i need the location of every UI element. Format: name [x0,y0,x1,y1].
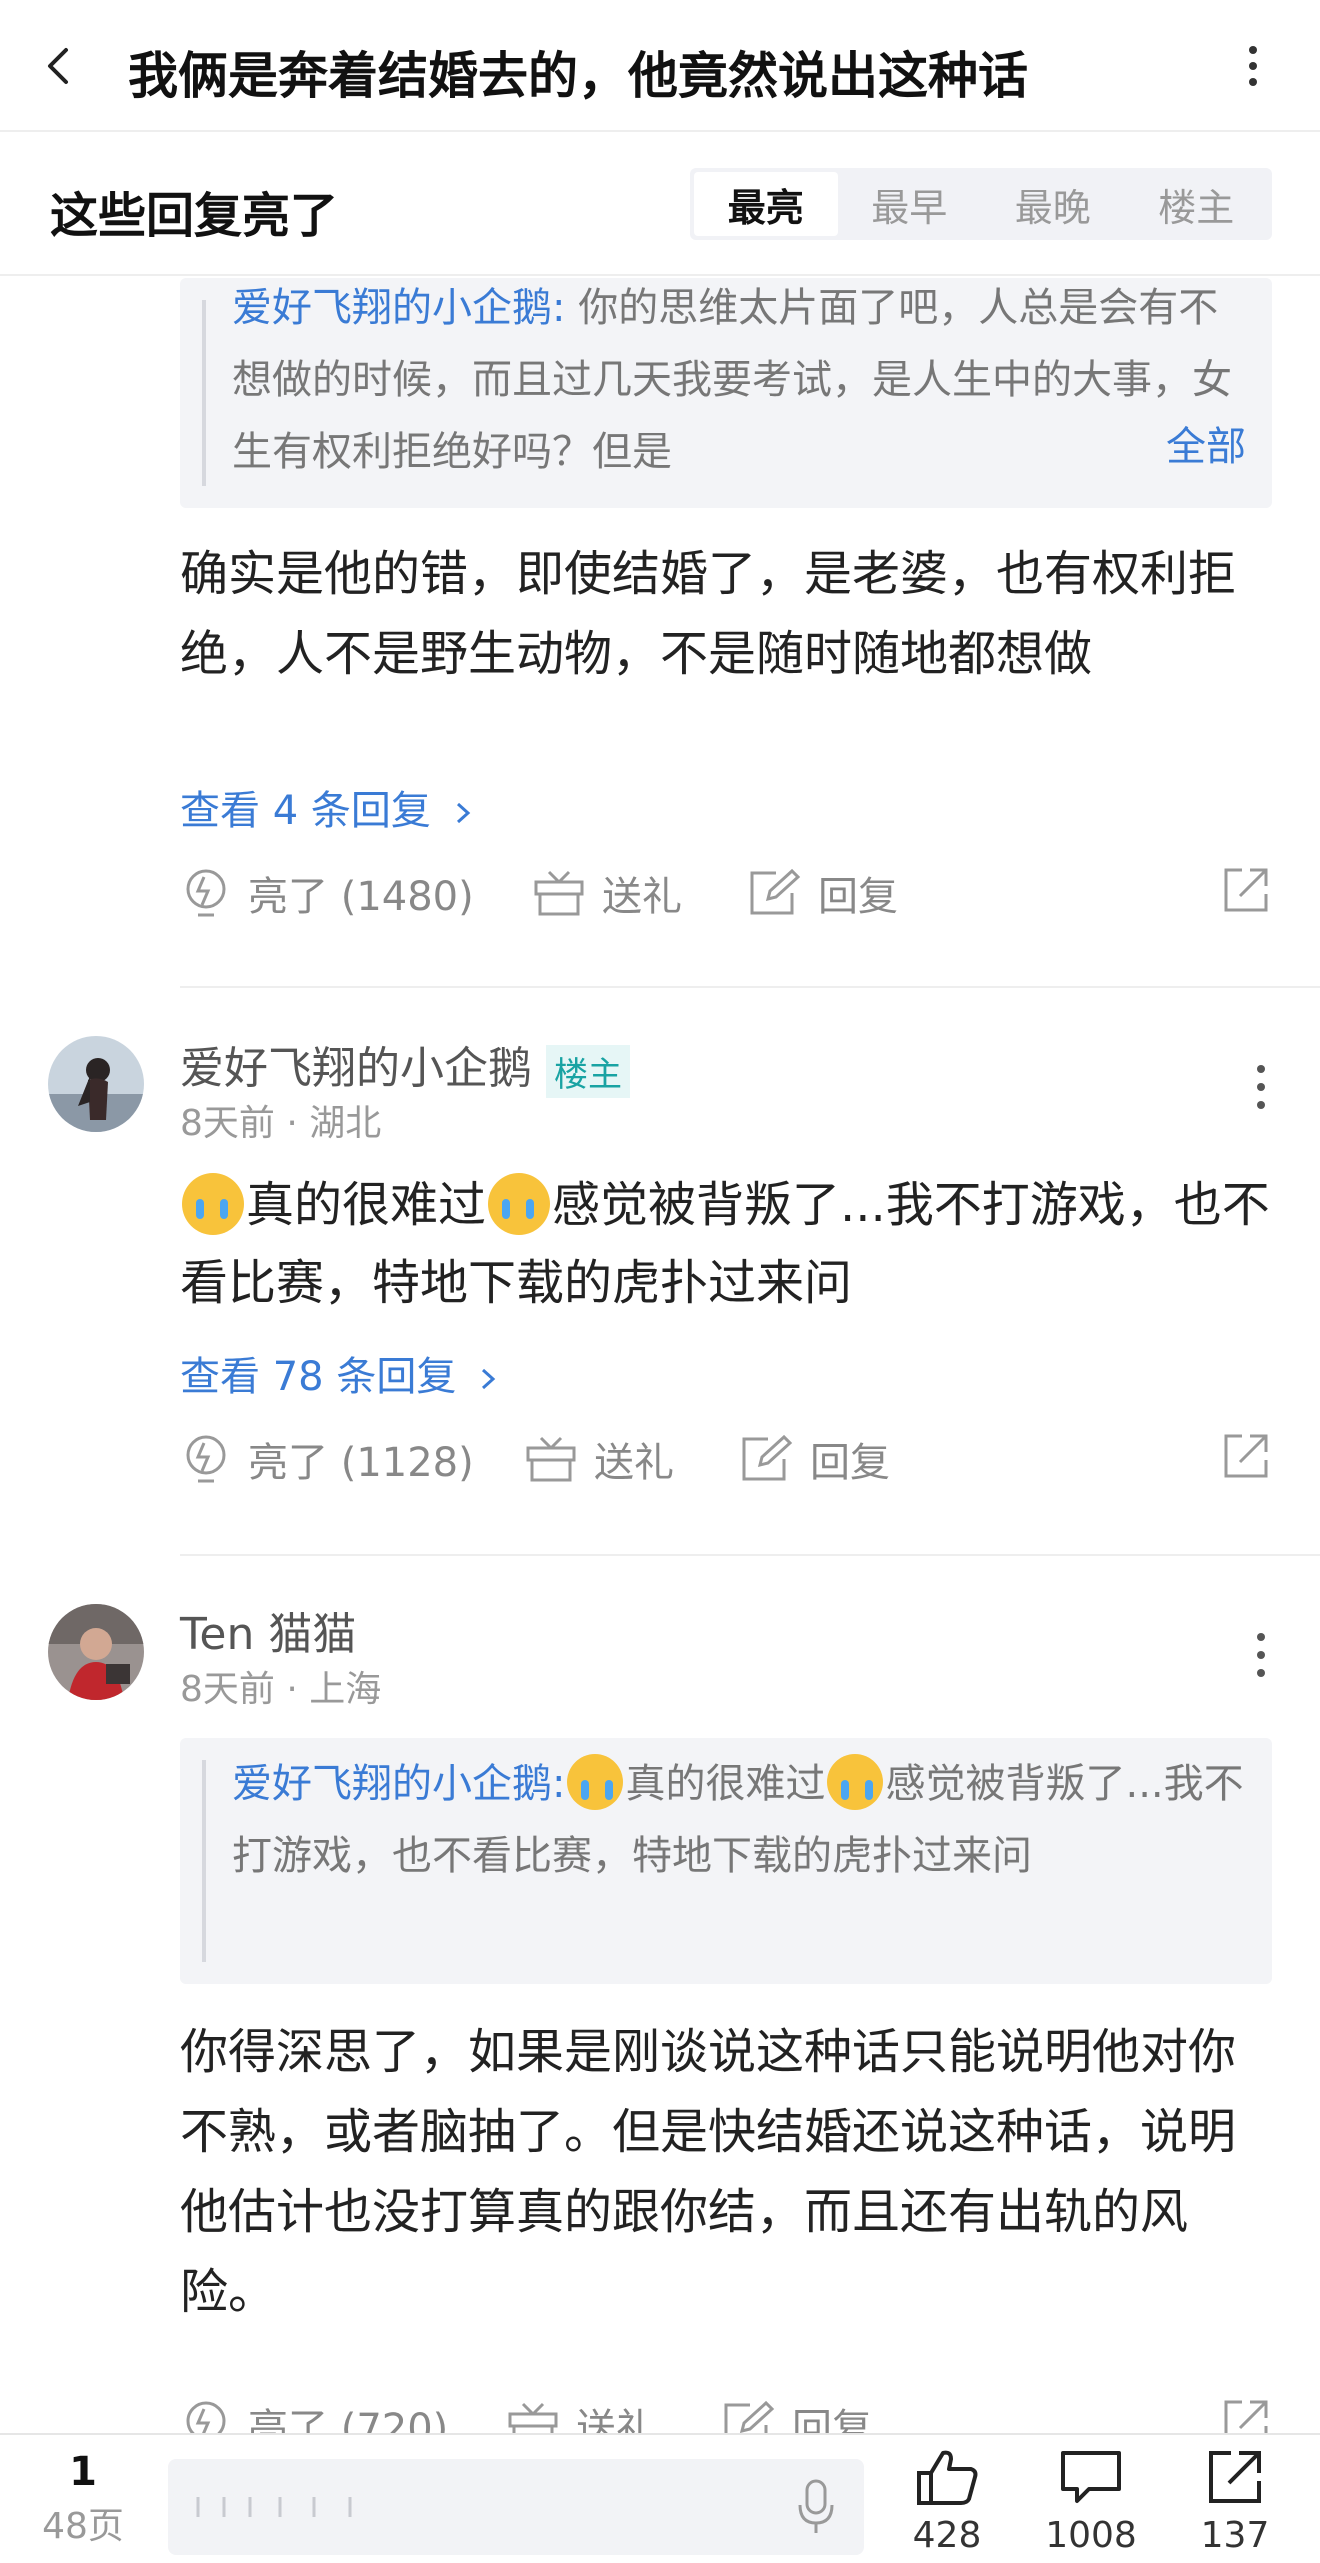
quoted-reply[interactable]: 爱好飞翔的小企鹅: 真的很难过 感觉被背叛了...我不打游戏，也不看比赛，特地下载的… [180,1738,1272,1984]
share-post-button[interactable]: 137 [1180,2447,1290,2556]
quote-text: 爱好飞翔的小企鹅: 你的思维太片面了吧，人总是会有不想做的时候，而且过几天我要考… [232,285,1232,475]
crying-emoji [827,1754,884,1810]
view-replies-link[interactable]: 查看 78 条回复 [180,1344,499,1402]
tab-earliest[interactable]: 最早 [838,172,982,236]
comment-body: 确实是他的错，即使结婚了，是老婆，也有权利拒绝，人不是野生动物，不是随时随地都想… [180,546,1237,682]
comments-button[interactable]: 1008 [1036,2447,1146,2556]
thumbs-up-icon [917,2450,978,2505]
crying-emoji [182,1173,244,1235]
comment-icon [1061,2451,1121,2503]
more-icon[interactable] [1256,1064,1266,1110]
like-button[interactable]: 亮了 (1128) [180,1424,474,1494]
share-count: 137 [1200,2515,1270,2556]
top-bar: 我俩是奔着结婚去的，他竟然说出这种话 [0,0,1320,132]
input-placeholder-strokes [196,2497,352,2517]
section-header: 这些回复亮了 最亮 最早 最晚 楼主 [0,132,1320,276]
page-title: 我俩是奔着结婚去的，他竟然说出这种话 [128,47,1028,105]
chevron-right-icon [456,802,470,824]
crying-emoji [488,1173,551,1235]
more-icon[interactable] [1256,1632,1266,1678]
comment-actions: 亮了 (1480) 送礼 回复 [180,858,1272,928]
comment-count: 1008 [1045,2515,1137,2556]
comment-body: 真的很难过 感觉被背叛了...我不打游戏，也不看比赛，特地下载的虎扑过来问 [180,1166,1280,1322]
gift-icon [526,1436,576,1482]
comment-input[interactable] [168,2459,864,2555]
share-icon [1209,2451,1261,2503]
reply-button[interactable]: 回复 [720,2390,872,2433]
back-icon[interactable] [38,44,82,88]
view-replies-link[interactable]: 查看 4 条回复 [180,778,474,836]
avatar[interactable] [48,1036,144,1132]
like-post-button[interactable]: 428 [892,2447,1002,2556]
bottom-bar: 1 48页 428 1008 137 [0,2433,1320,2563]
bulb-icon [186,1435,226,1483]
tab-latest[interactable]: 最晚 [981,172,1125,236]
gift-button[interactable]: 送礼 [506,2390,656,2433]
gift-icon [534,870,584,916]
crying-emoji [567,1754,624,1810]
section-title: 这些回复亮了 [50,188,339,244]
share-icon[interactable] [1220,2396,1272,2433]
comment-divider [180,1554,1320,1556]
like-button[interactable]: 亮了 (1480) [180,858,474,928]
quote-text: 爱好飞翔的小企鹅: 真的很难过 感觉被背叛了...我不打游戏，也不看比赛，特地下载的… [232,1748,1248,1892]
comment-actions: 亮了 (720) 送礼 回复 [180,2390,1272,2433]
share-icon[interactable] [1220,1430,1272,1482]
current-page[interactable]: 1 [38,2449,128,2495]
reply-button[interactable]: 回复 [738,1424,890,1494]
username[interactable]: 爱好飞翔的小企鹅 楼主 [180,1032,630,1098]
gift-icon [508,2402,558,2433]
expand-quote-link[interactable]: 全部 [1142,414,1246,472]
chevron-right-icon [482,1368,496,1390]
reply-button[interactable]: 回复 [746,858,898,928]
reply-icon [742,1434,793,1481]
total-pages[interactable]: 48页 [30,2497,136,2549]
avatar[interactable] [48,1604,144,1700]
bulb-icon [186,2401,226,2433]
comment-list[interactable]: 爱好飞翔的小企鹅: 你的思维太片面了吧，人总是会有不想做的时候，而且过几天我要考… [0,278,1320,2433]
mic-icon[interactable] [796,2477,836,2537]
tab-brightest[interactable]: 最亮 [694,172,838,236]
quote-bar [202,300,206,486]
op-badge: 楼主 [546,1044,630,1098]
like-button[interactable]: 亮了 (720) [180,2390,448,2433]
comment-meta: 8天前 · 湖北 [180,1103,382,1144]
comment-divider [180,986,1320,988]
tab-op-only[interactable]: 楼主 [1125,172,1269,236]
reply-icon [750,868,801,915]
more-icon[interactable] [1245,44,1261,88]
bulb-icon [186,869,226,917]
share-icon[interactable] [1220,864,1272,916]
sort-tabs: 最亮 最早 最晚 楼主 [690,168,1272,240]
quote-author[interactable]: 爱好飞翔的小企鹅: [232,1761,565,1807]
quote-bar [202,1760,206,1962]
quote-author[interactable]: 爱好飞翔的小企鹅: [232,285,565,331]
username[interactable]: Ten 猫猫 [180,1598,356,1662]
like-count: 428 [912,2515,982,2556]
comment-meta: 8天前 · 上海 [180,1669,382,1710]
gift-button[interactable]: 送礼 [524,1424,674,1494]
comment-body: 你得深思了，如果是刚谈说这种话只能说明他对你不熟，或者脑抽了。但是快结婚还说这种… [180,2024,1237,2320]
quoted-reply[interactable]: 爱好飞翔的小企鹅: 你的思维太片面了吧，人总是会有不想做的时候，而且过几天我要考… [180,278,1272,508]
gift-button[interactable]: 送礼 [532,858,682,928]
reply-icon [724,2400,775,2433]
comment-actions: 亮了 (1128) 送礼 回复 [180,1424,1272,1494]
